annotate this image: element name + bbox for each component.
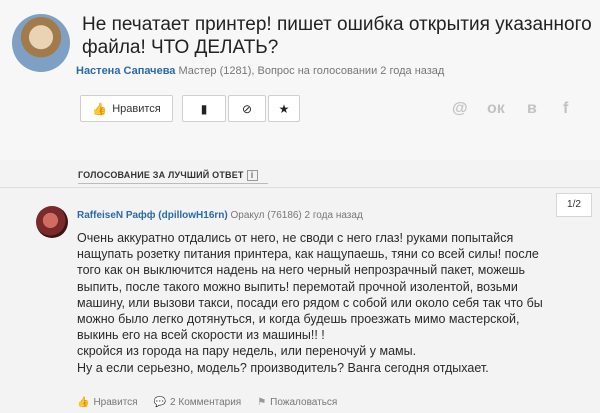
odnoklassniki-share-icon[interactable]: ок [487,100,505,118]
question-author-link[interactable]: Настена Сапачева [76,65,175,77]
email-share-icon[interactable]: @ [452,100,468,118]
answer-line: Очень аккуратно отдались от него, не сво… [77,231,514,245]
flag-icon: ⚑ [257,397,267,408]
answer-line: машину, или вызови такси, посади его ряд… [77,295,543,310]
vote-title-label: ГОЛОСОВАНИЕ ЗА ЛУЧШИЙ ОТВЕТ [78,170,244,180]
block-button[interactable]: ⊘ [228,95,266,122]
thumbs-up-icon: 👍 [77,397,90,408]
question-card: Не печатает принтер! пишет ошибка открыт… [0,0,600,160]
answer-line: выпить, после такого можно выпить! перем… [77,279,518,294]
question-meta-info: Мастер (1281), Вопрос на голосовании 2 г… [178,65,445,77]
answer-line: скройся из города на пару недель, или пе… [77,344,417,359]
vk-share-icon[interactable]: в [527,100,537,118]
vote-title-underline [78,183,268,184]
answer-avatar[interactable] [36,206,68,238]
like-label: Нравится [112,102,161,115]
info-icon[interactable]: i [246,170,258,181]
answer-line: можно было легко дотянуться, и когда буд… [77,312,520,327]
question-meta: Настена Сапачева Мастер (1281), Вопрос н… [76,65,444,77]
thumbs-up-icon: 👍 [92,101,108,116]
answer-comments-label: 2 Комментария [170,397,242,408]
answer-pager[interactable]: 1/2 [556,193,592,217]
comment-icon: 💬 [153,397,167,408]
answer-actions: 👍 Нравится 💬 2 Комментария ⚑ Пожаловаться [77,397,337,408]
answer-comments-action[interactable]: 💬 2 Комментария [154,397,242,408]
star-icon: ★ [278,101,290,116]
bookmark-icon: ▮ [200,101,208,116]
section-divider [0,187,600,188]
avatar[interactable] [12,14,70,72]
answer-like-action[interactable]: 👍 Нравится [77,397,138,408]
block-icon: ⊘ [241,101,253,116]
bookmark-button[interactable]: ▮ [182,95,226,122]
vote-section-title: ГОЛОСОВАНИЕ ЗА ЛУЧШИЙ ОТВЕТ i [78,170,258,181]
favorite-button[interactable]: ★ [268,95,300,122]
answer-report-label: Пожаловаться [270,397,338,408]
answer-meta: RaffeiseN Рафф (dpillowH16rn) Оракул (76… [77,210,363,221]
answer-meta-info: Оракул (76186) 2 года назад [230,210,363,221]
answer-line: нащупать розетку питания принтера, как н… [77,247,539,262]
like-button[interactable]: 👍 Нравится [80,95,173,122]
question-title: Не печатает принтер! пишет ошибка открыт… [82,14,592,58]
answer-author-link[interactable]: RaffeiseN Рафф (dpillowH16rn) [77,210,228,221]
answer-text: Очень аккуратно отдались от него, не сво… [77,230,592,376]
answer-line: того как он выключится надень на него че… [77,263,526,278]
facebook-share-icon[interactable]: f [563,100,568,118]
answer-like-label: Нравится [93,397,138,408]
answer-line: выкинь его на всей скорости из машины!! … [77,328,325,343]
answer-line: Ну а если серьезно, модель? производител… [77,360,489,375]
answer-report-action[interactable]: ⚑ Пожаловаться [257,397,337,408]
